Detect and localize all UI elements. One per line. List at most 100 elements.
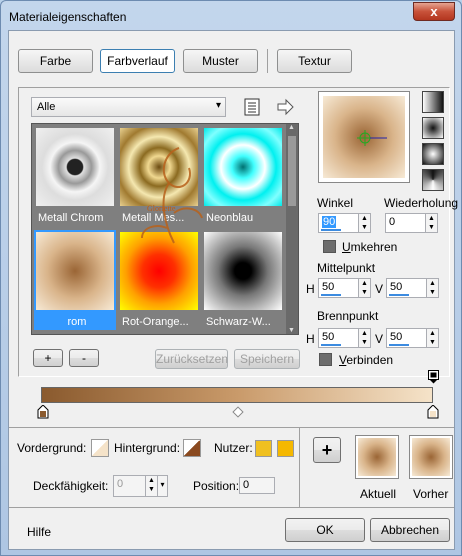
focus-h-label: H <box>306 332 315 346</box>
start-color-stop-icon[interactable] <box>37 404 49 419</box>
reset-button[interactable]: Zurücksetzen <box>155 349 228 369</box>
repeat-spinner[interactable]: 0 ▲ ▼ <box>385 213 438 233</box>
gradient-label: Schwarz-W... <box>206 316 271 328</box>
repeat-spin-arrows[interactable]: ▲ ▼ <box>425 214 437 232</box>
close-button[interactable]: x <box>413 2 455 21</box>
focus-h-spin-arrows[interactable]: ▲ ▼ <box>358 329 370 347</box>
midpoint-marker-icon[interactable] <box>232 406 244 418</box>
vertical-divider <box>299 427 300 507</box>
tab-farbe[interactable]: Farbe <box>18 49 93 73</box>
center-h-label: H <box>306 282 315 296</box>
scroll-down-icon[interactable]: ▼ <box>288 327 295 334</box>
angle-label: Winkel <box>317 196 354 210</box>
opacity-label: Deckfähigkeit: <box>33 479 109 493</box>
link-label[interactable]: Verbinden <box>339 353 393 367</box>
tab-muster[interactable]: Muster <box>183 49 258 73</box>
dialog-window: Materialeigenschaften x Farbe Farbverlau… <box>0 0 462 556</box>
user-color-2-swatch[interactable] <box>277 440 294 457</box>
category-dropdown[interactable]: Alle ▾ <box>31 97 226 117</box>
angle-spin-arrows[interactable]: ▲ ▼ <box>358 214 370 232</box>
position-label: Position: <box>193 479 240 493</box>
center-h-level-bar <box>321 294 341 296</box>
add-gradient-button[interactable]: + <box>33 349 63 367</box>
gradient-preview[interactable] <box>318 91 410 183</box>
save-button[interactable]: Speichern <box>234 349 300 369</box>
focus-v-value: 50 <box>390 331 403 343</box>
focus-label: Brennpunkt <box>317 309 379 323</box>
repeat-label: Wiederholung <box>384 196 459 210</box>
foreground-swatch[interactable] <box>91 439 109 457</box>
background-swatch[interactable] <box>183 439 201 457</box>
position-value: 0 <box>243 479 250 491</box>
focus-v-label: V <box>375 332 384 346</box>
end-color-stop-icon[interactable] <box>427 404 439 419</box>
tab-farbverlauf[interactable]: Farbverlauf <box>100 49 175 73</box>
gradient-list-scrollbar[interactable]: ▲ ▼ <box>286 124 298 334</box>
scroll-thumb[interactable] <box>288 136 296 206</box>
category-value: Alle <box>37 101 56 113</box>
svg-text:Gloriette: Gloriette <box>147 204 176 213</box>
angle-value: 90 <box>322 216 337 228</box>
help-link[interactable]: Hilfe <box>27 525 51 539</box>
title-bar[interactable]: Materialeigenschaften x <box>1 1 461 31</box>
scroll-up-icon[interactable]: ▲ <box>288 124 295 131</box>
opacity-spinner[interactable]: 0 ▲ ▼ ▾ <box>113 475 168 497</box>
ok-button[interactable]: OK <box>285 518 365 542</box>
opacity-value: 0 <box>117 478 124 490</box>
gradient-editor-bar[interactable] <box>41 387 433 403</box>
sunburst-style-icon[interactable] <box>422 169 444 191</box>
radial-style-icon[interactable] <box>422 143 444 165</box>
center-v-spin-arrows[interactable]: ▲ ▼ <box>426 279 438 297</box>
position-field[interactable]: 0 <box>239 477 275 494</box>
opacity-spin-arrows[interactable]: ▲ ▼ <box>145 476 157 496</box>
gradient-swatch <box>36 128 114 206</box>
cancel-button[interactable]: Abbrechen <box>370 518 450 542</box>
opacity-dropdown-icon[interactable]: ▾ <box>157 476 167 496</box>
gradient-label: rom <box>67 316 87 328</box>
previous-label: Vorher <box>413 487 449 501</box>
center-h-spin-arrows[interactable]: ▲ ▼ <box>358 279 370 297</box>
foreground-label: Vordergrund: <box>17 441 87 455</box>
tab-divider <box>267 49 268 73</box>
focus-v-spinner[interactable]: 50 ▲ ▼ <box>386 328 439 348</box>
dialog-client: Farbe Farbverlauf Muster Textur Alle ▾ M… <box>8 30 459 550</box>
list-view-icon[interactable] <box>242 97 262 117</box>
user-label: Nutzer: <box>214 441 253 455</box>
center-v-value: 50 <box>390 281 403 293</box>
center-v-label: V <box>375 282 384 296</box>
footer-divider <box>9 507 454 508</box>
background-label: Hintergrund: <box>114 441 181 455</box>
previous-swatch[interactable] <box>409 435 453 479</box>
angle-level-bar <box>321 229 341 231</box>
gradient-label: Metall Chrom <box>38 212 104 224</box>
focus-h-spinner[interactable]: 50 ▲ ▼ <box>318 328 371 348</box>
remove-gradient-button[interactable]: - <box>69 349 99 367</box>
focus-v-spin-arrows[interactable]: ▲ ▼ <box>426 329 438 347</box>
current-label: Aktuell <box>360 487 397 501</box>
invert-label[interactable]: Umkehren <box>342 240 397 254</box>
window-title: Materialeigenschaften <box>9 10 127 24</box>
center-crosshair-icon <box>357 130 387 146</box>
gradient-item-metall-chrom[interactable]: Metall Chrom <box>34 126 116 226</box>
focus-v-level-bar <box>389 344 409 346</box>
current-swatch[interactable] <box>355 435 399 479</box>
linear-style-icon[interactable] <box>422 91 444 113</box>
gradient-swatch <box>36 232 114 310</box>
bottom-divider <box>9 427 454 428</box>
center-h-spinner[interactable]: 50 ▲ ▼ <box>318 278 371 298</box>
arrow-right-icon[interactable] <box>275 97 295 117</box>
gradient-label: Rot-Orange... <box>122 316 189 328</box>
angle-spinner[interactable]: 90 ▲ ▼ <box>318 213 371 233</box>
invert-checkbox[interactable] <box>323 240 336 253</box>
center-v-spinner[interactable]: 50 ▲ ▼ <box>386 278 439 298</box>
focus-h-value: 50 <box>322 331 335 343</box>
transparency-marker-icon[interactable] <box>428 370 439 384</box>
add-swatch-button[interactable]: + <box>313 437 341 463</box>
user-color-1-swatch[interactable] <box>255 440 272 457</box>
center-label: Mittelpunkt <box>317 261 376 275</box>
rectangular-style-icon[interactable] <box>422 117 444 139</box>
center-v-level-bar <box>389 294 409 296</box>
tab-textur[interactable]: Textur <box>277 49 352 73</box>
link-checkbox[interactable] <box>319 353 332 366</box>
gradient-item-rom[interactable]: rom <box>34 230 116 330</box>
